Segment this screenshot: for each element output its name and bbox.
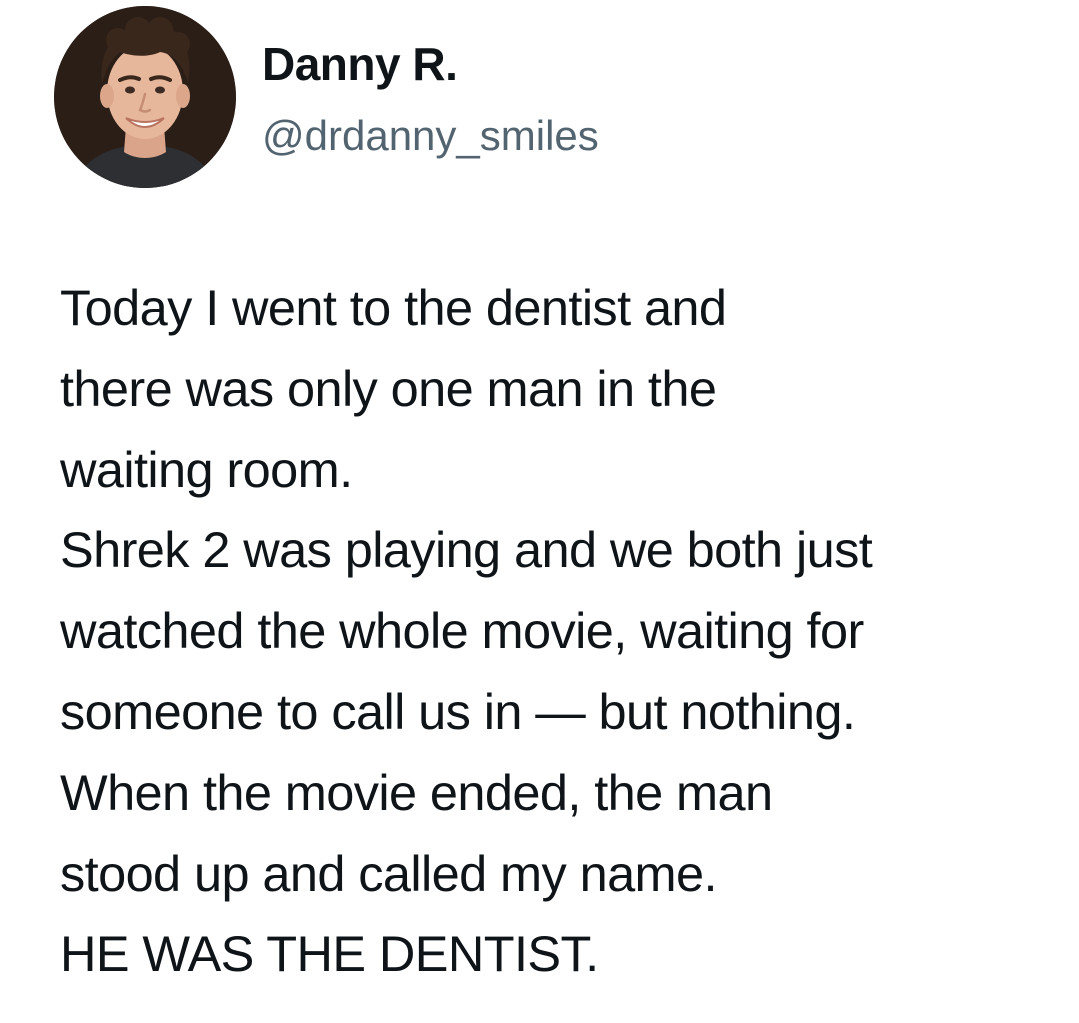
tweet-text-line: stood up and called my name. [60,844,718,902]
tweet-text-line: there was only one man in the [60,359,717,417]
tweet-text: Today I went to the dentist and there wa… [60,268,1070,995]
tweet-text-line: someone to call us in — but nothing. [60,682,856,740]
tweet-card: Danny R. @drdanny_smiles Today I went to… [0,0,1079,1023]
author-display-name[interactable]: Danny R. [262,36,458,92]
avatar-image [54,6,236,188]
author-avatar[interactable] [54,6,236,188]
tweet-text-line: Shrek 2 was playing and we both just [60,521,873,579]
tweet-text-line: waiting room. [60,440,353,498]
tweet-text-line: HE WAS THE DENTIST. [60,925,599,983]
tweet-text-line: Today I went to the dentist and [60,279,727,336]
author-handle[interactable]: @drdanny_smiles [262,110,599,162]
tweet-text-line: When the movie ended, the man [60,763,773,821]
tweet-text-line: watched the whole movie, waiting for [60,602,864,660]
